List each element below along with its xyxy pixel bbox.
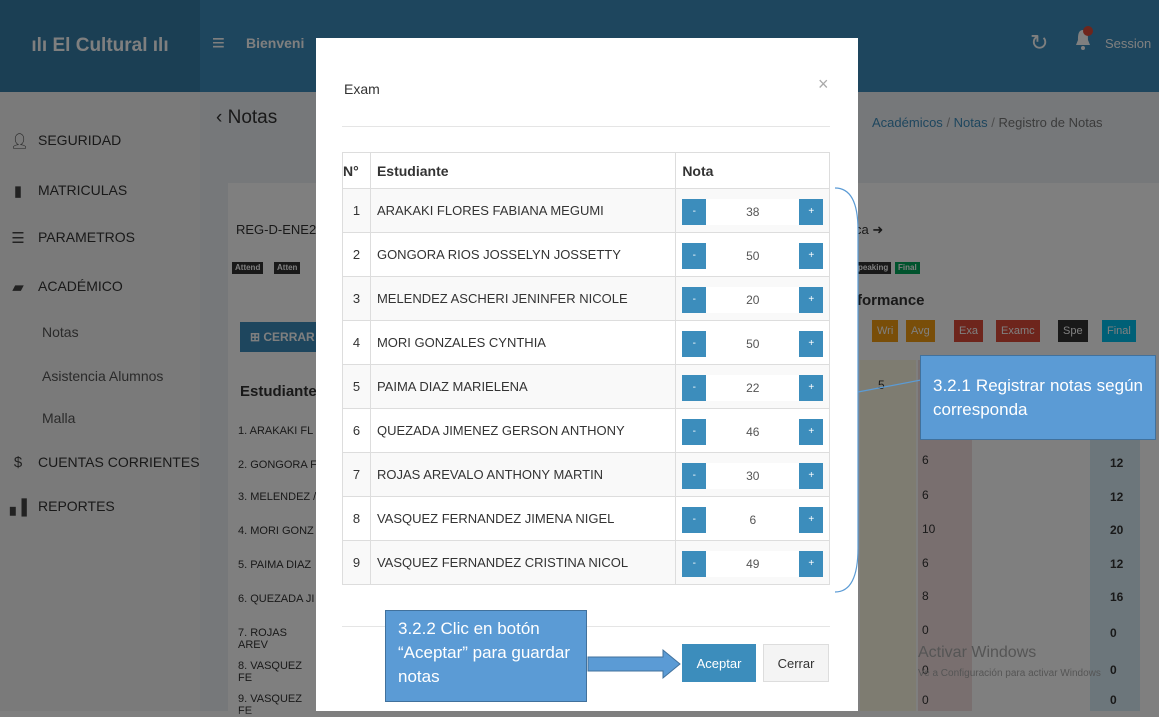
callout-register-notes: 3.2.1 Registrar notas según corresponda <box>920 355 1156 440</box>
annotation-brace <box>834 187 859 593</box>
callout-pointer <box>857 379 922 393</box>
arrow-icon <box>587 648 681 680</box>
callout-click-accept: 3.2.2 Clic en botón “Aceptar” para guard… <box>385 610 587 702</box>
